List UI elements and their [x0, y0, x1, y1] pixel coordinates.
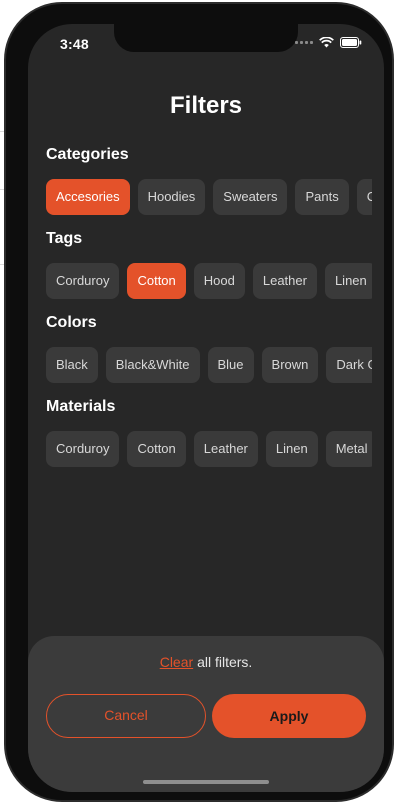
- notch: [114, 24, 298, 52]
- phone-frame: 3:48 Filters Categories Accesories Hoodi…: [4, 2, 394, 802]
- cancel-button[interactable]: Cancel: [46, 694, 206, 738]
- signal-icon: [295, 41, 313, 44]
- chip-materials-leather[interactable]: Leather: [193, 431, 258, 467]
- status-time: 3:48: [60, 36, 89, 52]
- chip-materials-cotton[interactable]: Cotton: [127, 431, 186, 467]
- chip-tags-linen[interactable]: Linen: [324, 263, 372, 299]
- app-screen: 3:48 Filters Categories Accesories Hoodi…: [28, 24, 384, 792]
- chip-colors-brown[interactable]: Brown: [261, 347, 319, 383]
- chip-row-categories[interactable]: Accesories Hoodies Sweaters Pants C: [46, 179, 372, 219]
- home-indicator[interactable]: [143, 780, 269, 784]
- page-title: Filters: [169, 92, 243, 119]
- chip-tags-hood[interactable]: Hood: [193, 263, 245, 299]
- chip-colors-black[interactable]: Black: [46, 347, 98, 383]
- chip-colors-blue[interactable]: Blue: [207, 347, 254, 383]
- chip-categories-partial[interactable]: C: [356, 179, 372, 215]
- section-label-colors: Colors: [46, 314, 97, 331]
- chip-row-materials[interactable]: Corduroy Cotton Leather Linen Metal: [46, 431, 372, 471]
- chip-tags-cotton[interactable]: Cotton: [127, 263, 186, 299]
- filter-action-sheet: Clear all filters. Cancel Apply: [28, 636, 384, 792]
- apply-button[interactable]: Apply: [212, 694, 366, 738]
- chip-materials-corduroy[interactable]: Corduroy: [46, 431, 120, 467]
- wifi-icon: [319, 37, 334, 48]
- clear-filters-text: Clear all filters.: [28, 654, 384, 670]
- section-label-materials: Materials: [46, 398, 116, 415]
- chip-tags-corduroy[interactable]: Corduroy: [46, 263, 120, 299]
- section-label-tags: Tags: [46, 230, 83, 247]
- chip-tags-leather[interactable]: Leather: [252, 263, 317, 299]
- chip-categories-hoodies[interactable]: Hoodies: [137, 179, 206, 215]
- chip-materials-linen[interactable]: Linen: [265, 431, 318, 467]
- chip-colors-black-white[interactable]: Black&White: [105, 347, 200, 383]
- battery-icon: [340, 37, 362, 48]
- chip-categories-sweaters[interactable]: Sweaters: [213, 179, 288, 215]
- chip-row-colors[interactable]: BlackBlack&WhiteBlueBrownDark G: [46, 347, 372, 387]
- clear-filters-suffix: all filters.: [197, 654, 253, 670]
- section-label-categories: Categories: [46, 146, 129, 163]
- clear-filters-link[interactable]: Clear: [160, 654, 193, 670]
- chip-categories-pants[interactable]: Pants: [295, 179, 349, 215]
- chip-materials-metal[interactable]: Metal: [325, 431, 372, 467]
- chip-row-tags[interactable]: Corduroy Cotton Hood Leather Linen: [46, 263, 372, 303]
- chip-categories-accesories[interactable]: Accesories: [46, 179, 130, 215]
- chip-colors-partial[interactable]: Dark G: [326, 347, 372, 383]
- status-icons: [295, 37, 362, 48]
